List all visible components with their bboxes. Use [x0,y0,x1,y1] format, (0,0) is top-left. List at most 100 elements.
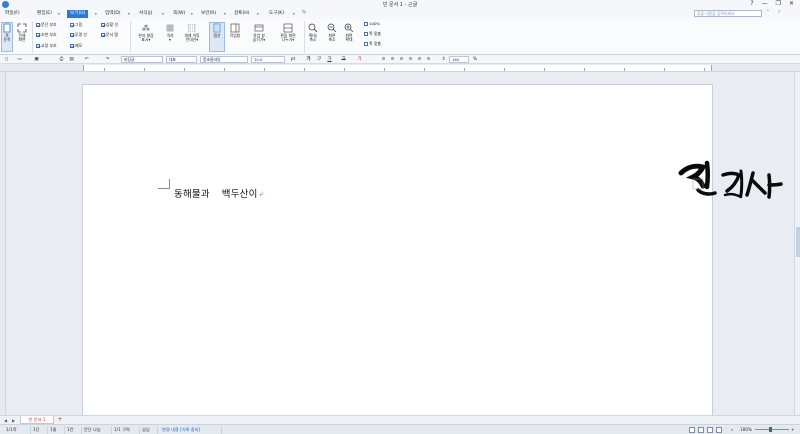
italic-button[interactable]: 가 [315,56,322,63]
bold-button[interactable]: 가 [305,56,312,63]
menu-format[interactable]: 서식(J) [136,10,155,18]
strikethrough-button[interactable]: 가 [340,56,347,63]
menu-tools[interactable]: 도구(K) [266,10,287,18]
menu-view-chevron-icon[interactable]: ▾ [95,10,97,18]
grid-button[interactable]: 격자 ▾ [162,23,178,43]
scrollbar-thumb[interactable] [796,227,800,257]
font-select[interactable]: 함초롬바탕 [200,56,248,63]
menu-edit-chevron-icon[interactable]: ▾ [58,10,60,18]
status-change-tracking[interactable]: 변경 내용 [기록 중지] [160,426,222,434]
status-page[interactable]: 1/1쪽 [4,426,31,434]
zoom-slider[interactable] [755,427,789,432]
menu-security-chevron-icon[interactable]: ▾ [224,10,226,18]
zoom-magnifier-icon[interactable]: ⌕ [731,426,733,434]
zoom-100-button[interactable]: 100% [364,21,380,26]
page-outline-button[interactable]: 쪽 윤곽 [1,22,13,52]
hide-task-pane-button[interactable]: 작업 창 숨기기▾ [247,23,271,43]
open-icon[interactable]: ▭ [16,56,23,63]
status-insert-mode[interactable]: 삽입 [140,426,158,434]
font-size-input[interactable]: 10.0 [251,56,285,63]
options-icon[interactable]: ▿ [778,10,780,15]
status-zoom-level[interactable]: 180% [740,426,752,434]
document-page[interactable]: 동해물과 백두산이↲ [82,84,783,415]
language-select[interactable]: 대표 [166,56,197,63]
zoom-slider-knob[interactable] [769,427,772,432]
view-web-icon[interactable] [716,427,722,433]
checkbox-icon [70,22,74,27]
horizontal-ruler[interactable] [0,64,800,72]
menu-tools-chevron-icon[interactable]: ▾ [293,10,295,18]
document-workspace[interactable]: 동해물과 백두산이↲ [6,72,794,415]
underline-button[interactable]: 가 [326,56,333,63]
style-select[interactable]: 바탕글 [121,56,163,63]
vertical-scrollbar[interactable] [794,72,800,415]
check-proof-marks[interactable]: 교정 부호 [36,43,57,48]
add-tab-button[interactable]: + [56,416,64,424]
check-doc-tabs[interactable]: 문서 탭 [101,32,118,37]
check-memos[interactable]: 메모 [70,43,82,48]
save-icon[interactable]: ▣ [33,56,40,63]
view-page-icon[interactable] [707,427,713,433]
ruler-tick [504,68,505,71]
ribbon-separator [130,21,131,53]
check-status-line[interactable]: 상황 선 [101,22,118,27]
zoom-plus-icon[interactable]: + [791,426,795,434]
menu-page[interactable]: 쪽(W) [170,10,188,18]
split-screen-button[interactable]: 편집 화면 나누기▾ [275,23,301,43]
document-body-text[interactable]: 동해물과 백두산이↲ [174,186,264,200]
object-guides-button[interactable]: 개체 이동 안내선▾ [180,23,204,43]
tab-next-icon[interactable]: ▶ [10,417,17,424]
undo-icon[interactable]: ↶ [83,56,90,63]
align-center-icon[interactable]: ≡ [407,56,414,63]
print-icon[interactable]: ⎙ [58,56,65,63]
line-spacing-input[interactable]: 160 [449,56,469,63]
zoom-in-button[interactable]: 화면 확대 [342,23,356,43]
check-paragraph-marks[interactable]: 문단 부호 [36,22,57,27]
task-pane-button[interactable]: 작업창 [227,23,243,38]
full-screen-button[interactable]: 전체 화면 [15,23,29,43]
tab-document-1[interactable]: 빈 문서 1 [20,416,54,424]
tab-prev-icon[interactable]: ◀ [2,417,9,424]
check-pictures[interactable]: 그림 [70,22,82,27]
ribbon-toggle-icon[interactable]: ⇆ [302,10,306,15]
ruler-tick [224,68,225,71]
new-doc-icon[interactable]: ▯ [3,56,10,63]
help-button[interactable]: ? [750,0,753,7]
line-spacing-icon[interactable]: ⇕ [440,56,447,63]
menu-page-chevron-icon[interactable]: ▾ [191,10,193,18]
zoom-out-button[interactable]: 화면 축소 [325,23,339,43]
menu-security[interactable]: 보안(R) [198,10,219,18]
menu-insert-chevron-icon[interactable]: ▾ [128,10,130,18]
fit-page-button[interactable]: 쪽 맞춤 [364,31,381,36]
check-transparent-lines[interactable]: 투명 선 [70,32,87,37]
divide-icon[interactable]: ≡ [425,56,432,63]
distribute-icon[interactable]: ≡ [416,56,423,63]
menu-search-input[interactable]: 찾을 내용을 입력하세요 [694,10,762,17]
align-justify-icon[interactable]: ≡ [380,56,387,63]
calligraphy-signature-image[interactable] [677,159,785,205]
menu-review-chevron-icon[interactable]: ▾ [257,10,259,18]
close-button[interactable]: ✕ [789,0,794,7]
fit-width-button[interactable]: 폭 맞춤 [364,41,381,46]
minimize-button[interactable]: — [762,0,768,7]
maximize-button[interactable]: ❐ [776,0,781,7]
align-right-icon[interactable]: ≡ [398,56,405,63]
view-normal-icon[interactable] [689,427,695,433]
margin-corner-mark [158,179,170,189]
font-color-icon[interactable]: 가 [356,56,363,63]
view-outline-icon[interactable] [698,427,704,433]
preview-icon[interactable]: ▤ [68,56,75,63]
menu-format-chevron-icon[interactable]: ▾ [162,10,164,18]
menu-edit[interactable]: 편집(E) [34,10,55,18]
menu-view[interactable]: 보기(U) [67,10,89,18]
zoom-button[interactable]: 확대/ 축소 [306,23,320,43]
menu-file[interactable]: 파일(F) [2,10,23,18]
tab-line-button[interactable]: 탭선 [209,22,225,52]
ribbon-collapse-icon[interactable]: ⌃ [766,10,770,15]
redo-icon[interactable]: ↷ [104,56,111,63]
align-left-icon[interactable]: ≡ [389,56,396,63]
check-control-codes[interactable]: 조판 부호 [36,32,57,37]
menu-review[interactable]: 검토(H) [231,10,253,18]
menu-insert[interactable]: 입력(D) [102,10,124,18]
hanja-pronunciation-button[interactable]: ⁂ 한자 발음 표시▾ [134,23,158,43]
